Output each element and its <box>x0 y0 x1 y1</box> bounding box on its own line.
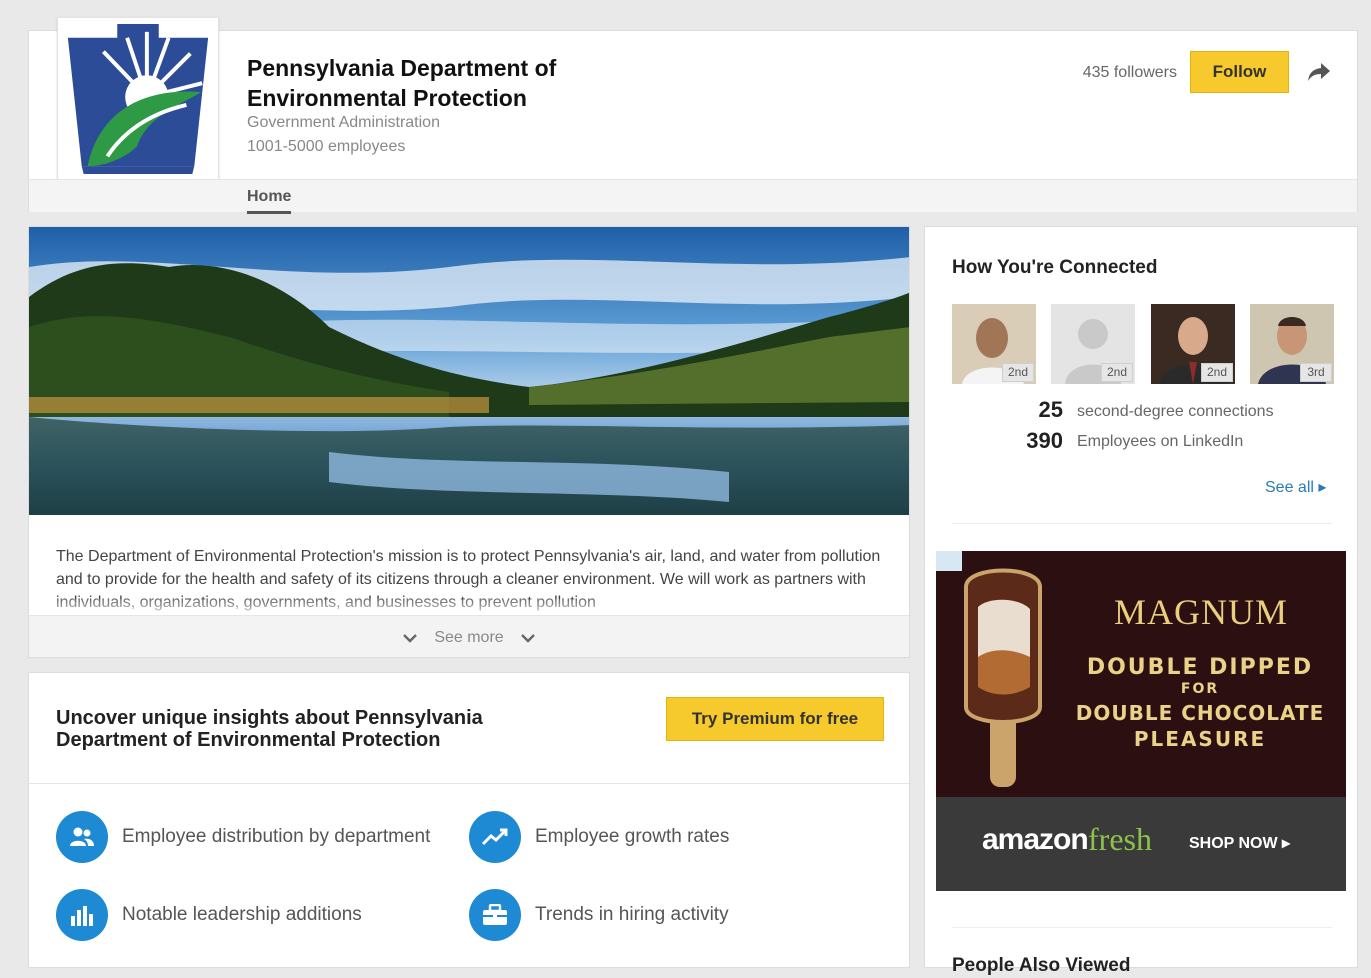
ad-headline: DOUBLE DIPPED <box>1086 655 1314 680</box>
try-premium-button[interactable]: Try Premium for free <box>666 697 884 741</box>
stat-label: second-degree connections <box>1077 403 1274 420</box>
company-header: Pennsylvania Department of Environmental… <box>28 17 1358 214</box>
hero-image <box>29 227 909 515</box>
how-youre-connected-title: How You're Connected <box>952 257 1158 278</box>
stat-value: 390 <box>1026 428 1063 453</box>
ad-headline: DOUBLE CHOCOLATE <box>1075 701 1325 725</box>
tab-bar: Home <box>29 179 1357 214</box>
right-rail: How You're Connected 2nd 2nd 2nd 3rd 25 … <box>924 226 1358 976</box>
people-icon <box>56 811 108 863</box>
stat-value: 25 <box>1038 397 1063 422</box>
connection-degree-badge: 2nd <box>1201 363 1233 382</box>
advertisement[interactable]: MAGNUM DOUBLE DIPPED FOR DOUBLE CHOCOLAT… <box>936 551 1346 891</box>
company-industry: Government Administration <box>247 114 440 131</box>
chevron-down-icon <box>520 633 535 643</box>
people-also-viewed-title: People Also Viewed <box>952 955 1131 976</box>
trend-icon <box>469 811 521 863</box>
briefcase-icon <box>469 889 521 941</box>
ad-store-name: amazon <box>982 823 1089 856</box>
connection-degree-badge: 2nd <box>1002 363 1034 382</box>
premium-insights-card: Uncover unique insights about Pennsylvan… <box>28 672 910 968</box>
ad-headline: FOR <box>1180 681 1220 697</box>
avatar[interactable]: 3rd <box>1250 304 1334 384</box>
follower-count: 435 followers <box>1082 64 1177 81</box>
see-more-label: See more <box>434 628 504 646</box>
feature-item[interactable]: Employee distribution by department <box>56 811 430 863</box>
ad-footer: amazon fresh SHOP NOW ▸ <box>936 797 1346 891</box>
ad-store-name: fresh <box>1088 821 1152 857</box>
avatar[interactable]: 2nd <box>952 304 1036 384</box>
company-size: 1001-5000 employees <box>247 138 406 155</box>
see-more-toggle[interactable]: See more <box>29 615 909 657</box>
feature-label: Trends in hiring activity <box>535 904 729 925</box>
company-logo[interactable] <box>57 17 219 181</box>
ad-cta[interactable]: SHOP NOW ▸ <box>1189 833 1290 853</box>
feature-label: Notable leadership additions <box>122 904 362 925</box>
ad-brand: MAGNUM <box>1113 592 1288 632</box>
feature-item[interactable]: Notable leadership additions <box>56 889 362 941</box>
premium-title: Uncover unique insights about Pennsylvan… <box>56 707 483 751</box>
feature-item[interactable]: Employee growth rates <box>469 811 729 863</box>
tab-home[interactable]: Home <box>247 188 292 214</box>
connection-degree-badge: 3rd <box>1300 363 1332 382</box>
follow-button[interactable]: Follow <box>1190 51 1289 93</box>
avatar[interactable]: 2nd <box>1151 304 1235 384</box>
feature-label: Employee distribution by department <box>122 826 431 847</box>
overview-card: The Department of Environmental Protecti… <box>28 226 910 658</box>
keystone-logo-icon <box>67 23 209 175</box>
divider <box>952 523 1332 524</box>
ad-headline: PLEASURE <box>1133 727 1267 751</box>
feature-label: Employee growth rates <box>535 826 730 847</box>
ice-cream-bar-icon <box>964 568 1042 787</box>
chevron-down-icon <box>403 633 418 643</box>
share-icon[interactable] <box>1307 61 1331 83</box>
divider <box>29 783 909 784</box>
company-name: Pennsylvania Department of Environmental… <box>247 55 557 111</box>
connection-degree-badge: 2nd <box>1101 363 1133 382</box>
avatar[interactable]: 2nd <box>1051 304 1135 384</box>
see-all-link[interactable]: See all ▸ <box>1265 477 1326 497</box>
stat-label: Employees on LinkedIn <box>1077 433 1244 450</box>
bar-chart-icon <box>56 889 108 941</box>
feature-item[interactable]: Trends in hiring activity <box>469 889 729 941</box>
divider <box>952 927 1332 928</box>
